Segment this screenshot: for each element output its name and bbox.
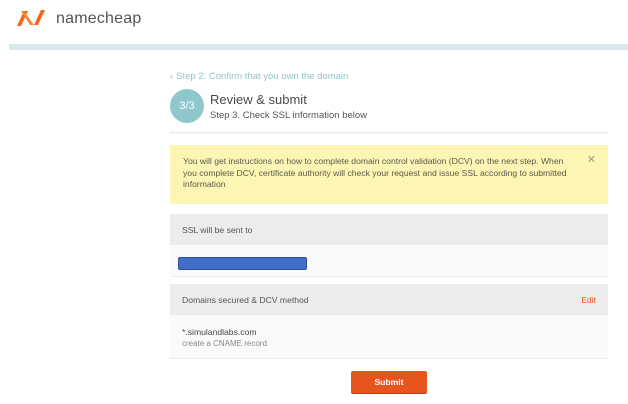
domains-heading-label: Domains secured & DCV method — [182, 295, 309, 305]
ssl-recipient-heading-label: SSL will be sent to — [182, 225, 253, 235]
section-divider — [170, 132, 608, 133]
ssl-recipient-panel: SSL will be sent to — [170, 214, 608, 277]
ssl-recipient-heading: SSL will be sent to — [170, 214, 608, 245]
dcv-notice: You will get instructions on how to comp… — [170, 145, 608, 204]
page-subtitle: Step 3. Check SSL information below — [210, 110, 368, 121]
ssl-recipient-body — [170, 245, 608, 276]
brand-name[interactable]: namecheap — [56, 10, 141, 28]
step-badge: 3/3 — [170, 89, 204, 123]
domain-name: *.simulandlabs.com — [182, 327, 257, 337]
header-divider-bar — [9, 44, 628, 50]
header: namecheap — [0, 0, 628, 42]
edit-link[interactable]: Edit — [581, 295, 596, 305]
domains-heading: Domains secured & DCV method Edit — [170, 284, 608, 315]
back-step-link[interactable]: ‹ Step 2: Confirm that you own the domain — [170, 71, 348, 82]
redacted-email — [178, 257, 307, 270]
page-title: Review & submit — [210, 92, 307, 107]
domains-body: *.simulandlabs.com create a CNAME record — [170, 315, 608, 358]
close-icon[interactable]: ✕ — [587, 154, 596, 167]
domains-panel: Domains secured & DCV method Edit *.simu… — [170, 284, 608, 359]
chevron-left-icon: ‹ — [170, 71, 174, 82]
notice-text: You will get instructions on how to comp… — [183, 156, 567, 190]
namecheap-logo-icon[interactable] — [15, 8, 47, 28]
dcv-method: create a CNAME record — [182, 339, 267, 348]
back-step-label: Step 2: Confirm that you own the domain — [176, 71, 349, 82]
submit-button[interactable]: Submit — [351, 371, 427, 393]
